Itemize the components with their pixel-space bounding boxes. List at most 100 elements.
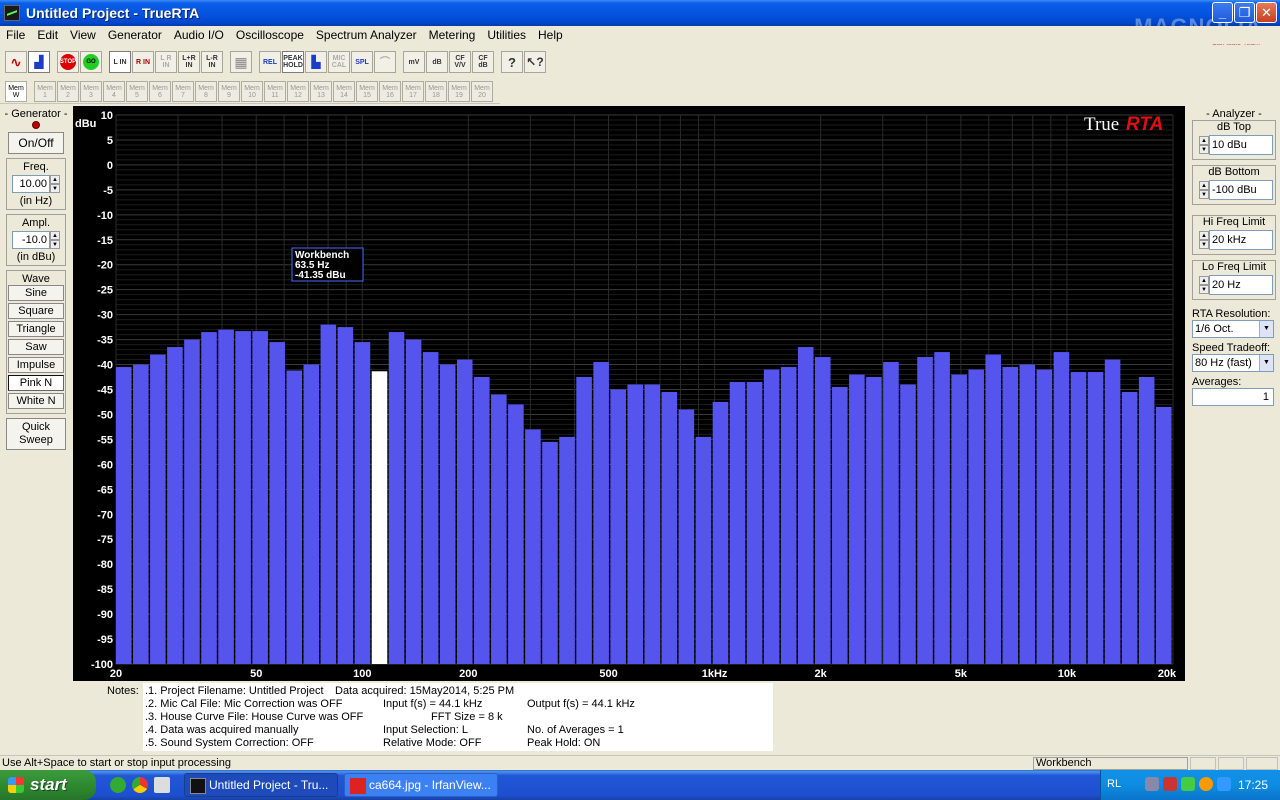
l-minus-r-input-button[interactable]: L-R IN [201, 51, 223, 73]
lo-freq-input[interactable] [1209, 275, 1273, 295]
network-icon[interactable] [1145, 777, 1159, 791]
spectrum-bar[interactable] [405, 339, 422, 664]
help-button[interactable]: ? [501, 51, 523, 73]
language-indicator[interactable]: RL [1107, 778, 1121, 790]
spin-down-icon[interactable]: ▼ [50, 184, 60, 193]
spectrum-bar[interactable] [797, 347, 814, 664]
menu-edit[interactable]: Edit [31, 28, 64, 42]
spectrum-bar[interactable] [1087, 372, 1104, 664]
spectrum-button[interactable]: ▟ [28, 51, 50, 73]
mem-7-button[interactable]: Mem 7 [172, 81, 194, 102]
mem-9-button[interactable]: Mem 9 [218, 81, 240, 102]
wave-saw-button[interactable]: Saw [8, 339, 64, 355]
spectrum-bar[interactable] [610, 389, 626, 665]
db-top-spinner[interactable]: ▲ ▼ [1199, 136, 1209, 154]
rta-chart-svg[interactable]: 1050-5-10-15-20-25-30-35-40-45-50-55-60-… [73, 106, 1185, 681]
mem-8-button[interactable]: Mem 8 [195, 81, 217, 102]
spectrum-bar[interactable] [866, 377, 882, 664]
spectrum-bar[interactable] [780, 367, 797, 664]
db-bottom-spinner[interactable]: ▲ ▼ [1199, 181, 1209, 199]
dropdown-arrow-icon[interactable]: ▼ [1259, 321, 1273, 337]
hi-freq-spinner[interactable]: ▲ ▼ [1199, 231, 1209, 249]
spectrum-bar[interactable] [1104, 359, 1121, 664]
mic-cal-button[interactable]: MIC CAL [328, 51, 350, 73]
spectrum-bar[interactable] [695, 436, 712, 664]
mem-w-button[interactable]: Mem W [5, 81, 27, 102]
ampl-input[interactable] [12, 231, 50, 249]
spin-down-icon[interactable]: ▼ [1199, 190, 1209, 199]
db-bottom-input[interactable] [1209, 180, 1273, 200]
wave-pink-noise-button[interactable]: Pink N [8, 375, 64, 391]
dropdown-arrow-icon[interactable]: ▼ [1259, 355, 1273, 371]
ampl-spinner[interactable]: ▲ ▼ [50, 231, 60, 249]
l-plus-r-input-button[interactable]: L+R IN [178, 51, 200, 73]
oscilloscope-button[interactable]: ∿ [5, 51, 27, 73]
spectrum-bar[interactable] [1053, 352, 1070, 664]
spectrum-bar[interactable] [474, 377, 490, 664]
spectrum-bar[interactable] [354, 342, 371, 664]
mem-4-button[interactable]: Mem 4 [103, 81, 125, 102]
averaging-button[interactable]: ▙ [305, 51, 327, 73]
spectrum-bar[interactable] [303, 364, 320, 664]
spectrum-bar[interactable] [559, 436, 575, 664]
lr-input-button[interactable]: L R IN [155, 51, 177, 73]
menu-utilities[interactable]: Utilities [481, 28, 532, 42]
spectrum-bar[interactable] [900, 384, 916, 664]
spectrum-bar[interactable] [542, 441, 558, 664]
spectrum-bar[interactable] [746, 382, 763, 664]
spectrum-bar[interactable] [832, 387, 848, 664]
mem-13-button[interactable]: Mem 13 [310, 81, 332, 102]
spectrum-bar[interactable] [644, 384, 661, 664]
spin-up-icon[interactable]: ▲ [50, 231, 60, 240]
spectrum-bar[interactable] [150, 354, 166, 664]
spectrum-bar[interactable] [269, 342, 285, 664]
menu-file[interactable]: File [0, 28, 31, 42]
quick-sweep-button[interactable]: Quick Sweep [6, 418, 66, 450]
maximize-button[interactable]: ❐ [1234, 2, 1255, 23]
mem-11-button[interactable]: Mem 11 [264, 81, 286, 102]
antivirus-icon[interactable] [1163, 777, 1177, 791]
spectrum-bar[interactable] [576, 377, 592, 664]
spin-up-icon[interactable]: ▲ [1199, 181, 1209, 190]
menu-audio-io[interactable]: Audio I/O [168, 28, 230, 42]
wave-sine-button[interactable]: Sine [8, 285, 64, 301]
mem-20-button[interactable]: Mem 20 [471, 81, 493, 102]
mem-19-button[interactable]: Mem 19 [448, 81, 470, 102]
spectrum-bar[interactable] [286, 370, 303, 664]
spectrum-bar[interactable] [1138, 377, 1155, 664]
start-button[interactable]: start [0, 770, 96, 800]
house-curve-button[interactable]: ⌒ [374, 51, 396, 73]
spin-up-icon[interactable]: ▲ [1199, 231, 1209, 240]
menu-spectrum-analyzer[interactable]: Spectrum Analyzer [310, 28, 423, 42]
spectrum-bar[interactable] [1036, 369, 1053, 664]
peak-hold-button[interactable]: PEAK HOLD [282, 51, 304, 73]
context-help-button[interactable]: ↖? [524, 51, 546, 73]
spin-up-icon[interactable]: ▲ [1199, 276, 1209, 285]
app-icon[interactable] [4, 5, 20, 21]
menu-metering[interactable]: Metering [423, 28, 482, 42]
spectrum-bar[interactable] [508, 404, 524, 664]
spectrum-bar[interactable] [1002, 367, 1019, 664]
show-desktop-icon[interactable] [154, 777, 170, 793]
left-input-button[interactable]: L IN [109, 51, 131, 73]
mem-18-button[interactable]: Mem 18 [425, 81, 447, 102]
spectrum-bar[interactable] [116, 367, 132, 664]
spectrum-bar[interactable] [849, 374, 865, 664]
stop-button[interactable]: STOP [57, 51, 79, 73]
spectrum-bar[interactable] [678, 409, 695, 664]
spectrum-bar[interactable] [661, 392, 678, 664]
spectrum-bar[interactable] [337, 327, 354, 664]
menu-help[interactable]: Help [532, 28, 569, 42]
spin-up-icon[interactable]: ▲ [50, 175, 60, 184]
lo-freq-spinner[interactable]: ▲ ▼ [1199, 276, 1209, 294]
db-top-input[interactable] [1209, 135, 1273, 155]
spectrum-bar[interactable] [917, 357, 933, 664]
freq-input[interactable] [12, 175, 50, 193]
spectrum-bar[interactable] [235, 331, 251, 664]
mem-2-button[interactable]: Mem 2 [57, 81, 79, 102]
mem-6-button[interactable]: Mem 6 [149, 81, 171, 102]
rta-chart[interactable]: 10 5 0 -5 -10 -15 -20 -25 -30 -35 -40 -45 -50 -55 -60-… [73, 106, 1185, 681]
go-button[interactable]: GO [80, 51, 102, 73]
spectrum-bar[interactable] [456, 359, 473, 664]
spectrum-bar[interactable] [525, 429, 541, 664]
